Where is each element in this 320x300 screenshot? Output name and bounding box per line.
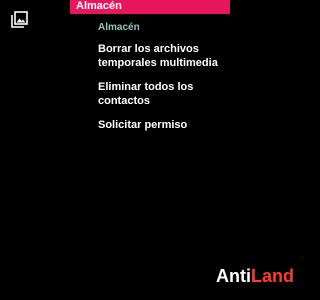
page-title: Almacén [70,0,230,14]
settings-list: Almacén Borrar los archivos temporales m… [98,21,294,132]
section-header-storage: Almacén [98,22,140,33]
watermark-part-land: Land [251,266,294,286]
gallery-icon-graphic [11,11,28,28]
request-permission-label: Solicitar permiso [98,119,188,131]
delete-contacts-item[interactable]: Eliminar todos los contactos [98,80,294,108]
clear-temp-media-item[interactable]: Borrar los archivos temporales multimedi… [98,42,294,70]
clear-temp-media-label-line2: temporales multimedia [98,57,218,69]
delete-contacts-label-line2: contactos [98,95,150,107]
antiland-watermark: AntiLand [216,265,294,287]
clear-temp-media-label-line1: Borrar los archivos [98,43,199,55]
settings-screen: Almacén Almacén Borrar los archivos temp… [0,0,300,300]
delete-contacts-label-line1: Eliminar todos los [98,81,194,93]
gallery-icon[interactable] [9,10,29,30]
request-permission-item[interactable]: Solicitar permiso [98,118,294,132]
watermark-part-anti: Anti [216,266,251,286]
